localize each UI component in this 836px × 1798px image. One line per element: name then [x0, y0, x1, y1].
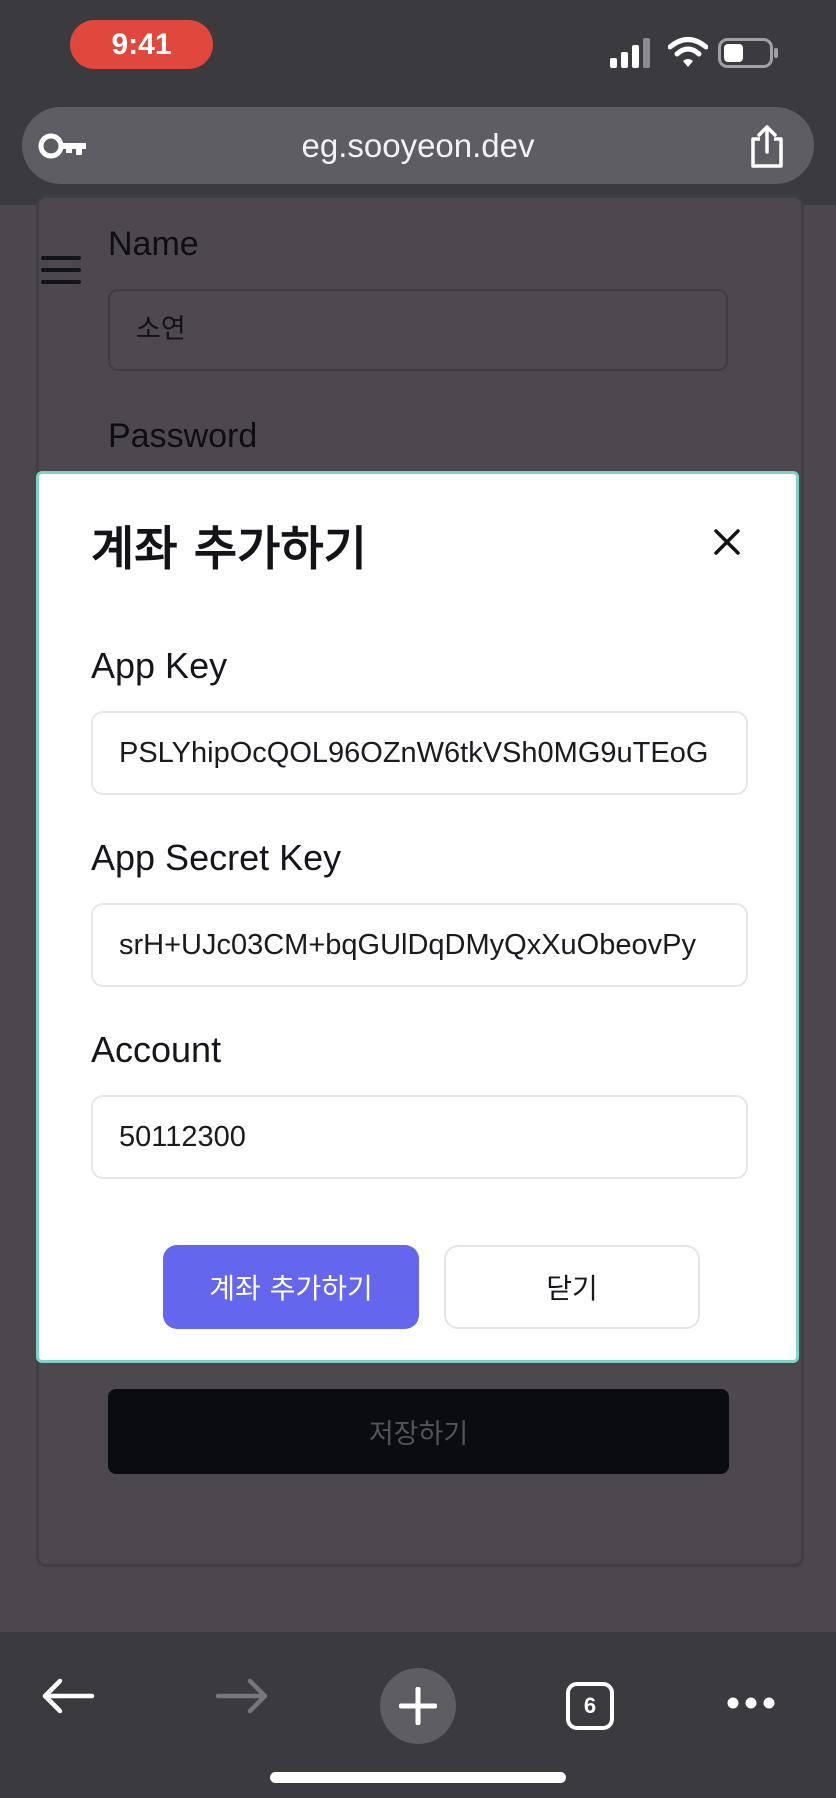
url-text[interactable]: eg.sooyeon.dev [22, 107, 814, 184]
app-secret-key-label: App Secret Key [91, 837, 342, 878]
home-indicator [270, 1772, 566, 1783]
cellular-signal-icon [610, 38, 650, 68]
account-input[interactable] [91, 1095, 748, 1179]
more-options-icon[interactable] [726, 1696, 776, 1710]
wifi-icon [668, 37, 708, 67]
add-account-modal: 계좌 추가하기 App Key App Secret Key Account 계… [36, 471, 799, 1363]
status-bar: 9:41 [0, 0, 836, 105]
close-icon[interactable] [713, 528, 741, 556]
add-account-button[interactable]: 계좌 추가하기 [163, 1245, 419, 1329]
app-secret-key-input[interactable] [91, 903, 748, 987]
name-label: Name [108, 225, 199, 263]
modal-title: 계좌 추가하기 [91, 522, 367, 577]
name-input[interactable]: 소연 [108, 289, 728, 371]
app-key-label: App Key [91, 645, 228, 686]
plus-icon [399, 1687, 437, 1725]
browser-address-area: eg.sooyeon.dev [0, 105, 836, 205]
status-time: 9:41 [70, 20, 213, 69]
new-tab-button[interactable] [380, 1668, 456, 1744]
back-arrow-icon[interactable] [40, 1676, 96, 1716]
app-key-input[interactable] [91, 711, 748, 795]
address-bar[interactable]: eg.sooyeon.dev [22, 107, 814, 184]
forward-arrow-icon[interactable] [214, 1676, 270, 1716]
password-label: Password [108, 417, 258, 455]
hamburger-menu-icon[interactable] [41, 255, 81, 285]
close-button[interactable]: 닫기 [444, 1245, 700, 1329]
key-icon[interactable] [38, 130, 90, 162]
battery-icon [718, 38, 778, 68]
account-label: Account [91, 1029, 222, 1070]
share-icon[interactable] [748, 125, 786, 169]
tabs-button[interactable]: 6 [566, 1682, 614, 1730]
save-button[interactable]: 저장하기 [108, 1389, 729, 1474]
